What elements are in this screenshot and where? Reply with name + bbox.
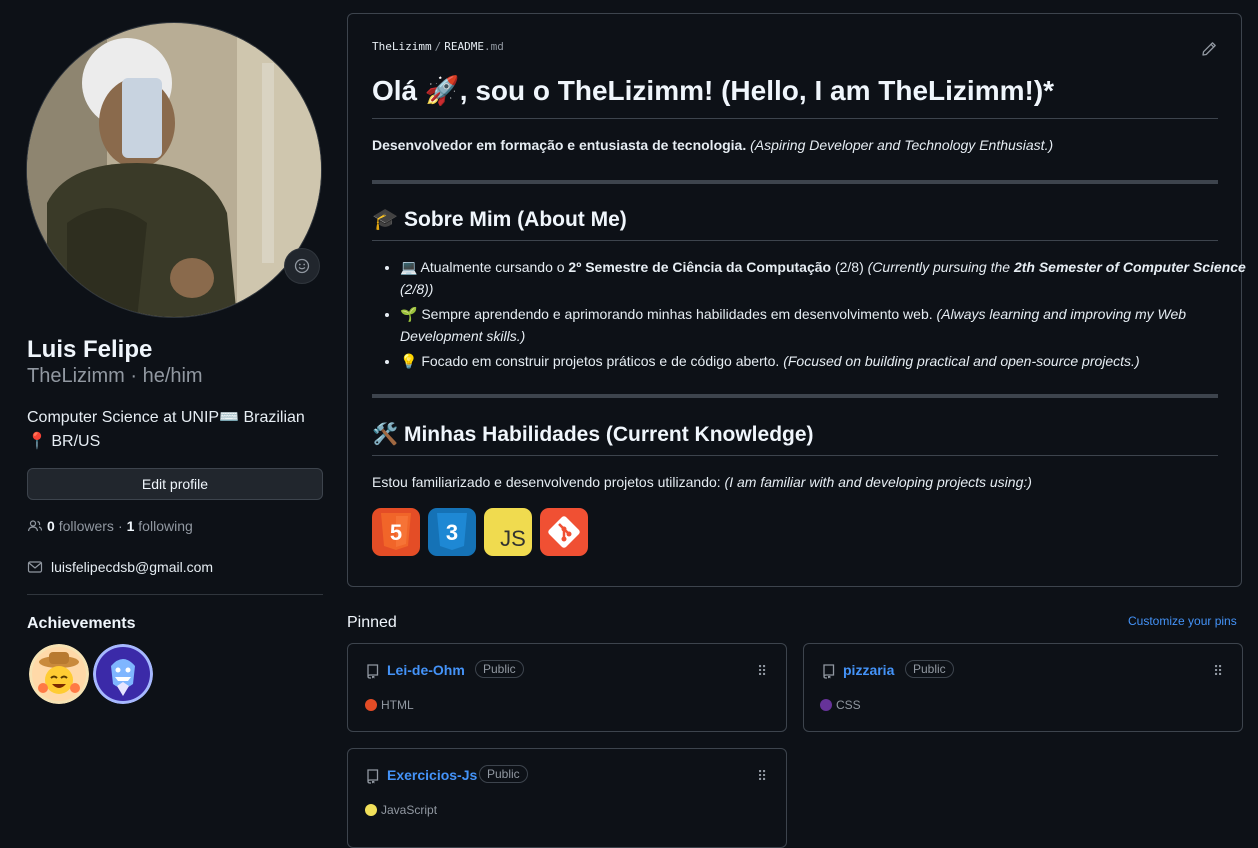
html5-icon[interactable]: 5 xyxy=(372,508,420,556)
section-divider-1 xyxy=(372,180,1218,184)
readme-path: TheLizimm / README.md xyxy=(372,40,504,53)
skills-text-italic: (I am familiar with and developing proje… xyxy=(724,474,1032,490)
followers-link[interactable]: 0 followers xyxy=(47,518,114,534)
follow-separator: · xyxy=(117,518,123,534)
smiley-icon xyxy=(294,258,310,274)
readme-title: Olá 🚀, sou o TheLizimm! (Hello, I am The… xyxy=(372,75,1055,106)
repo-name-link[interactable]: Exercicios-Js xyxy=(387,767,477,783)
readme-path-slash: / xyxy=(434,40,442,53)
skills-text-main: Estou familiarizado e desenvolvendo proj… xyxy=(372,474,725,490)
javascript-icon-label: JS xyxy=(500,526,526,551)
svg-text:3: 3 xyxy=(446,520,458,545)
mail-icon xyxy=(27,561,43,573)
repo-visibility-badge: Public xyxy=(479,765,528,783)
about-item: 💡 Focado em construir projetos práticos … xyxy=(400,350,1250,372)
following-link[interactable]: 1 following xyxy=(127,518,193,534)
language-color-dot xyxy=(820,699,832,711)
email-text: luisfelipecdsb@gmail.com xyxy=(51,559,214,575)
achievements-title: Achievements xyxy=(27,615,136,632)
profile-full-name: Luis Felipe xyxy=(27,336,153,363)
about-list: 💻 Atualmente cursando o 2º Semestre de C… xyxy=(372,256,1250,375)
about-item-text: 🌱 Sempre aprendendo e aprimorando minhas… xyxy=(400,306,937,322)
followers-count: 0 xyxy=(47,518,55,534)
repo-visibility-badge: Public xyxy=(475,660,524,678)
followers-label: followers xyxy=(58,518,114,534)
about-item-text: 💻 Atualmente cursando o xyxy=(400,259,569,275)
repo-icon xyxy=(367,769,379,784)
language-name: JavaScript xyxy=(381,803,438,817)
pinned-repo-card[interactable] xyxy=(347,643,787,732)
about-item-italic: (Currently pursuing the xyxy=(867,259,1014,275)
repo-icon xyxy=(823,664,835,679)
skills-text: Estou familiarizado e desenvolvendo proj… xyxy=(372,471,1218,493)
drag-grip-icon[interactable]: ⠿ xyxy=(1213,663,1223,680)
achievement-badge-yolo[interactable] xyxy=(29,644,89,704)
git-icon[interactable] xyxy=(540,508,588,556)
css3-icon[interactable]: 3 xyxy=(428,508,476,556)
profile-login-pronouns: TheLizimm · he/him xyxy=(27,365,203,387)
edit-readme-button[interactable] xyxy=(1201,41,1217,62)
about-item-mid: (2/8) xyxy=(831,259,868,275)
about-item: 💻 Atualmente cursando o 2º Semestre de C… xyxy=(400,256,1250,300)
edit-profile-button[interactable]: Edit profile xyxy=(27,468,323,500)
profile-bio: Computer Science at UNIP⌨️ Brazilian 📍 B… xyxy=(27,409,305,450)
section-divider-2 xyxy=(372,394,1218,398)
repo-language: HTML xyxy=(365,698,414,712)
repo-name-link[interactable]: pizzaria xyxy=(843,662,894,678)
readme-ext: .md xyxy=(483,40,504,53)
title-underline xyxy=(372,118,1218,119)
language-color-dot xyxy=(365,804,377,816)
skills-underline xyxy=(372,455,1218,456)
repo-language: JavaScript xyxy=(365,803,437,817)
pinned-repo-card[interactable] xyxy=(803,643,1243,732)
pinned-repo-card[interactable] xyxy=(347,748,787,848)
profile-avatar[interactable] xyxy=(26,22,322,318)
intro-bold: Desenvolvedor em formação e entusiasta d… xyxy=(372,137,747,153)
sidebar-divider xyxy=(27,594,323,595)
about-item: 🌱 Sempre aprendendo e aprimorando minhas… xyxy=(400,303,1250,347)
svg-text:5: 5 xyxy=(390,520,402,545)
about-item-bold: 2º Semestre de Ciência da Computação xyxy=(568,259,832,275)
readme-intro: Desenvolvedor em formação e entusiasta d… xyxy=(372,134,1218,156)
repo-visibility-badge: Public xyxy=(905,660,954,678)
about-item-italic-bold: 2th Semester of Computer Science xyxy=(1013,259,1246,275)
customize-pins-link[interactable]: Customize your pins xyxy=(1128,614,1237,628)
following-label: following xyxy=(138,518,193,534)
repo-name-link[interactable]: Lei-de-Ohm xyxy=(387,662,465,678)
repo-icon xyxy=(367,664,379,679)
follow-stats: 0 followers · 1 following xyxy=(27,518,193,534)
skills-heading: 🛠️ Minhas Habilidades (Current Knowledge… xyxy=(372,423,814,446)
profile-email[interactable]: luisfelipecdsb@gmail.com xyxy=(27,559,213,575)
javascript-icon[interactable]: JS xyxy=(484,508,532,556)
readme-file: README xyxy=(444,40,484,53)
pencil-icon xyxy=(1202,42,1216,56)
intro-italic: (Aspiring Developer and Technology Enthu… xyxy=(750,137,1054,153)
set-status-button[interactable] xyxy=(284,248,320,284)
pinned-title: Pinned xyxy=(347,614,397,631)
drag-grip-icon[interactable]: ⠿ xyxy=(757,768,767,785)
people-icon xyxy=(27,520,43,532)
about-item-text: 💡 Focado em construir projetos práticos … xyxy=(400,353,784,369)
readme-owner-link[interactable]: TheLizimm xyxy=(372,40,432,53)
about-heading: 🎓 Sobre Mim (About Me) xyxy=(372,208,627,231)
repo-language: CSS xyxy=(820,698,861,712)
achievement-badge-pull-shark[interactable] xyxy=(93,644,153,704)
language-name: HTML xyxy=(381,698,414,712)
about-underline xyxy=(372,240,1218,241)
language-color-dot xyxy=(365,699,377,711)
drag-grip-icon[interactable]: ⠿ xyxy=(757,663,767,680)
about-item-italic-end: (2/8)) xyxy=(400,281,434,297)
following-count: 1 xyxy=(126,518,135,534)
about-item-italic: (Focused on building practical and open-… xyxy=(783,353,1140,369)
language-name: CSS xyxy=(836,698,861,712)
